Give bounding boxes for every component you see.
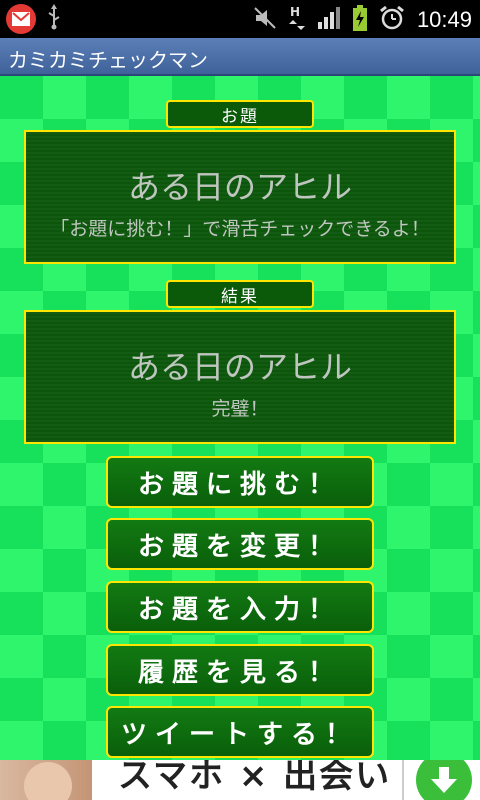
topic-board: ある日のアヒル 「お題に挑む！」で滑舌チェックできるよ！ xyxy=(24,130,456,264)
ad-photo xyxy=(0,760,92,800)
tweet-button[interactable]: ツイートする！ xyxy=(106,706,374,758)
battery-charging-icon xyxy=(352,5,367,35)
ad-banner[interactable]: スマホ × 出会い xyxy=(0,760,480,800)
app-title-bar: カミカミチェックマン xyxy=(0,38,480,76)
history-button[interactable]: 履歴を見る！ xyxy=(106,644,374,696)
result-verdict: 完璧！ xyxy=(211,398,269,420)
mute-icon xyxy=(253,6,277,34)
challenge-topic-button[interactable]: お題に挑む！ xyxy=(106,456,374,508)
alarm-icon xyxy=(379,5,405,35)
ad-text: スマホ × 出会い xyxy=(118,760,392,796)
svg-text:H: H xyxy=(290,5,300,19)
topic-title: ある日のアヒル xyxy=(127,168,352,206)
signal-bars-icon xyxy=(317,6,341,34)
mail-icon[interactable] xyxy=(6,4,36,34)
result-label-tab: 結果 xyxy=(166,280,314,308)
topic-label-tab: お題 xyxy=(166,100,314,128)
app-title: カミカミチェックマン xyxy=(8,48,208,72)
download-arrow-icon[interactable] xyxy=(416,760,472,800)
main-content: お題 ある日のアヒル 「お題に挑む！」で滑舌チェックできるよ！ 結果 ある日のア… xyxy=(0,76,480,760)
input-topic-button[interactable]: お題を入力！ xyxy=(106,581,374,633)
usb-icon xyxy=(46,4,62,34)
change-topic-button[interactable]: お題を変更！ xyxy=(106,518,374,570)
status-bar: H 10:49 xyxy=(0,0,480,38)
result-title: ある日のアヒル xyxy=(127,348,352,386)
hsdpa-signal-icon: H xyxy=(288,4,305,36)
result-board: ある日のアヒル 完璧！ xyxy=(24,310,456,444)
topic-hint: 「お題に挑む！」で滑舌チェックできるよ！ xyxy=(50,218,430,240)
clock: 10:49 xyxy=(416,7,472,32)
